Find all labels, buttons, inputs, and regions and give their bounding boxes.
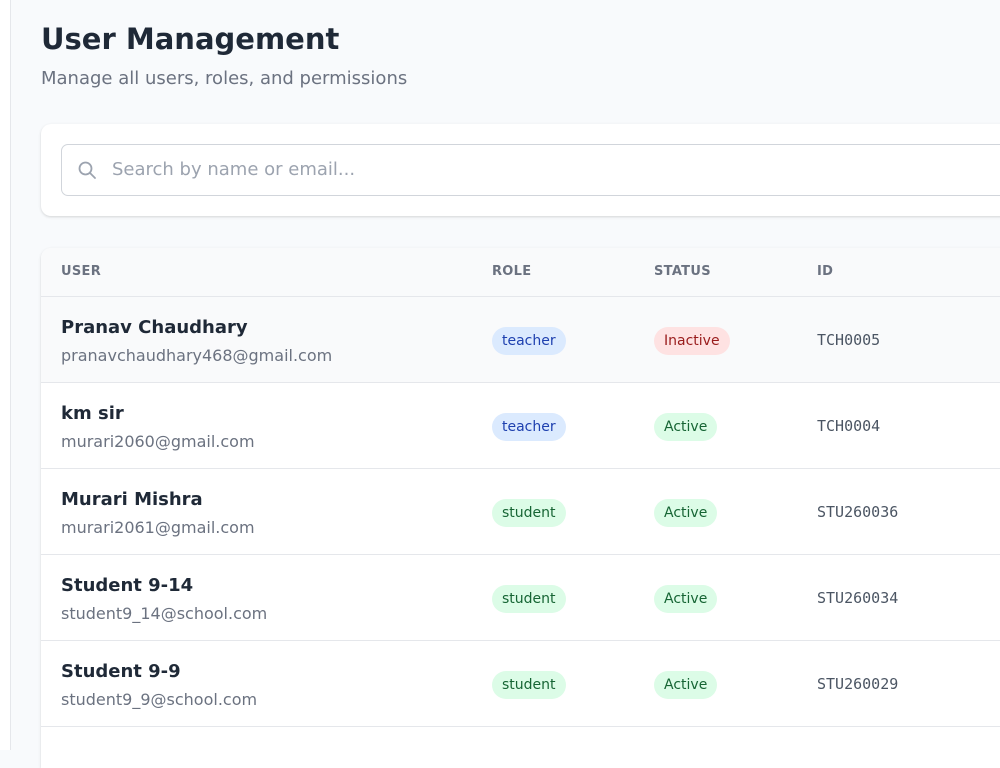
table-row[interactable]: Murari Mishra murari2061@gmail.com stude…	[41, 469, 1000, 555]
table-row[interactable]: Pranav Chaudhary pranavchaudhary468@gmai…	[41, 297, 1000, 383]
table-row[interactable]: km sir murari2060@gmail.com teacher Acti…	[41, 383, 1000, 469]
users-table: USER ROLE STATUS ID Pranav Chaudhary pra…	[41, 248, 1000, 768]
status-badge: Active	[654, 671, 718, 699]
user-email: student9_9@school.com	[61, 690, 258, 709]
search-box[interactable]	[61, 144, 1000, 196]
sidebar-edge	[0, 0, 11, 750]
user-name: Student 9-9	[61, 661, 181, 682]
user-name: Student 9-14	[61, 575, 194, 596]
table-row[interactable]: Student 9-9 student9_9@school.com studen…	[41, 641, 1000, 727]
page-title: User Management	[41, 22, 340, 56]
user-id: STU260029	[817, 675, 899, 693]
column-header-user: USER	[61, 264, 102, 279]
status-badge: Active	[654, 499, 718, 527]
user-email: student9_14@school.com	[61, 604, 268, 623]
user-name: Pranav Chaudhary	[61, 317, 248, 338]
user-id: TCH0005	[817, 331, 881, 349]
user-id: STU260036	[817, 503, 899, 521]
role-badge: student	[492, 585, 566, 613]
table-row[interactable]: Student 9-14 student9_14@school.com stud…	[41, 555, 1000, 641]
user-email: murari2060@gmail.com	[61, 432, 255, 451]
role-badge: teacher	[492, 327, 566, 355]
search-input[interactable]	[112, 145, 992, 193]
page-subtitle: Manage all users, roles, and permissions	[41, 68, 408, 89]
user-email: murari2061@gmail.com	[61, 518, 255, 537]
column-header-role: ROLE	[492, 264, 532, 279]
table-body: Pranav Chaudhary pranavchaudhary468@gmai…	[41, 297, 1000, 727]
status-badge: Inactive	[654, 327, 730, 355]
search-icon	[77, 160, 97, 180]
table-header: USER ROLE STATUS ID	[41, 248, 1000, 297]
status-badge: Active	[654, 413, 718, 441]
user-name: Murari Mishra	[61, 489, 203, 510]
column-header-id: ID	[817, 264, 834, 279]
user-id: STU260034	[817, 589, 899, 607]
user-id: TCH0004	[817, 417, 881, 435]
column-header-status: STATUS	[654, 264, 711, 279]
user-name: km sir	[61, 403, 124, 424]
role-badge: student	[492, 671, 566, 699]
role-badge: teacher	[492, 413, 566, 441]
role-badge: student	[492, 499, 566, 527]
search-card	[41, 124, 1000, 216]
user-email: pranavchaudhary468@gmail.com	[61, 346, 333, 365]
status-badge: Active	[654, 585, 718, 613]
